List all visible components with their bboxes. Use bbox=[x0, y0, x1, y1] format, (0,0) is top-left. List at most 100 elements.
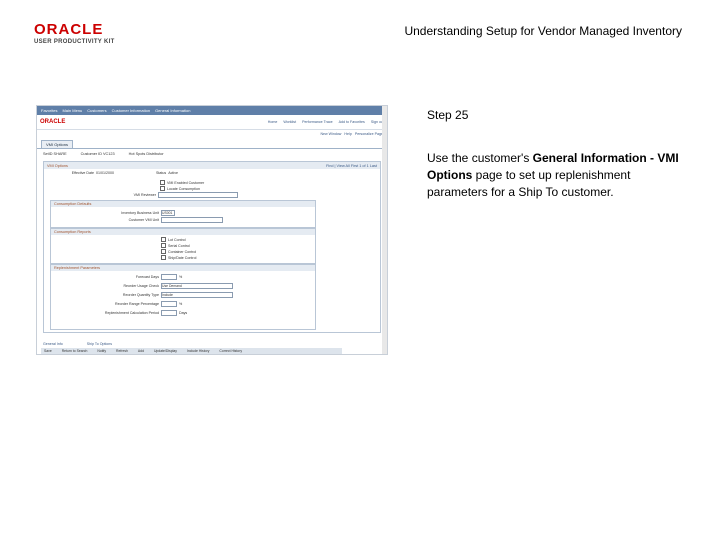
replen-field bbox=[161, 274, 177, 280]
bar-button: Refresh bbox=[116, 349, 128, 353]
inventory-bu-row: Inventory Business Unit US001 bbox=[79, 210, 175, 216]
bar-button: Notify bbox=[97, 349, 107, 353]
bar-button: Update/Display bbox=[153, 349, 177, 353]
customer-uom-row: Customer VMI Unit bbox=[79, 217, 223, 223]
replen-select: Include bbox=[161, 292, 233, 298]
report-checkbox bbox=[161, 243, 166, 248]
vmi-enabled-checkbox bbox=[160, 180, 165, 185]
vmi-enabled-label: VMI Enabled Customer bbox=[167, 180, 205, 185]
inventory-bu-label: Inventory Business Unit bbox=[121, 211, 159, 215]
top-link: Home bbox=[267, 120, 278, 124]
vmi-options-box: VMI Options Find | View All First 1 of 1… bbox=[43, 161, 381, 333]
consumption-reports-section: Consumption Reports Lot Control Serial C… bbox=[50, 228, 316, 264]
report-row: Lot Control bbox=[161, 237, 186, 242]
report-label: Serial Control bbox=[168, 243, 190, 248]
replen-label: Forecast Days bbox=[135, 275, 159, 279]
vmi-reviewer-label: VMI Reviewer bbox=[133, 193, 156, 197]
section-header: Replenishment Parameters bbox=[51, 265, 315, 271]
step-number: Step 25 bbox=[427, 108, 469, 122]
replen-field bbox=[161, 310, 177, 316]
logo-oracle-text: ORACLE bbox=[34, 21, 104, 38]
replen-label: Reorder Quantity Type bbox=[122, 293, 159, 297]
replen-unit: % bbox=[179, 275, 183, 279]
effective-date-value: 01/01/2000 bbox=[96, 171, 114, 175]
tab-vmi-options: VMI Options bbox=[41, 140, 74, 148]
replen-row: Replenishment Calculation Period Days bbox=[79, 310, 187, 316]
report-row: Container Control bbox=[161, 249, 196, 254]
consumption-checkbox bbox=[160, 186, 165, 191]
replen-select: Use Demand bbox=[161, 283, 233, 289]
replen-unit: % bbox=[179, 302, 183, 306]
report-row: Serial Control bbox=[161, 243, 190, 248]
util-link: Personalize Page bbox=[354, 132, 383, 136]
replen-row: Forecast Days % bbox=[79, 274, 182, 280]
effective-date-label: Effective Date bbox=[71, 171, 94, 175]
bar-button: Correct History bbox=[219, 349, 243, 353]
chk-consumption-row: Locate Consumption bbox=[160, 186, 200, 191]
report-row: Ship/Date Control bbox=[161, 255, 196, 260]
application-screenshot: Favorites Main Menu Customers Customer I… bbox=[36, 105, 388, 355]
footer-link: Ship To Options bbox=[86, 342, 113, 346]
screenshot-scrollbar bbox=[382, 106, 387, 354]
screenshot-footer-links: General Info Ship To Options bbox=[43, 342, 112, 346]
replen-label: Reorder Usage Check bbox=[123, 284, 159, 288]
replen-label: Reorder Range Percentage bbox=[115, 302, 159, 306]
vmi-box-header: VMI Options Find | View All First 1 of 1… bbox=[44, 162, 380, 169]
screenshot-util-links: New Window Help Personalize Page bbox=[37, 130, 387, 138]
nav-item: Favorites bbox=[41, 108, 58, 113]
bar-button: Include History bbox=[186, 349, 210, 353]
util-link: New Window bbox=[320, 132, 342, 136]
screenshot-brand: ORACLE bbox=[40, 119, 66, 125]
nav-item: Main Menu bbox=[62, 108, 83, 113]
replen-row: Reorder Range Percentage % bbox=[79, 301, 182, 307]
vmi-reviewer-row: VMI Reviewer bbox=[76, 192, 238, 198]
bar-button: Add bbox=[137, 349, 144, 353]
replen-unit: Days bbox=[179, 311, 188, 315]
replen-label: Replenishment Calculation Period bbox=[104, 311, 159, 315]
section-header: Consumption Reports bbox=[51, 229, 315, 235]
top-link: Performance Trace bbox=[302, 120, 333, 124]
report-checkbox bbox=[161, 237, 166, 242]
nav-item: General Information bbox=[155, 108, 191, 113]
document-title: Understanding Setup for Vendor Managed I… bbox=[404, 24, 682, 38]
customer-uom-label: Customer VMI Unit bbox=[128, 218, 159, 222]
header-field: Hot Spots Distributor bbox=[128, 152, 164, 156]
top-link: Worklist bbox=[283, 120, 297, 124]
screenshot-breadcrumb: Favorites Main Menu Customers Customer I… bbox=[37, 106, 387, 115]
status-value: Active bbox=[168, 171, 178, 175]
effective-date-row: Effective Date 01/01/2000 Status Active bbox=[48, 171, 178, 175]
replenishment-parameters-section: Replenishment Parameters Forecast Days %… bbox=[50, 264, 316, 330]
replen-row: Reorder Quantity Type Include bbox=[79, 292, 233, 298]
bar-button: Return to Search bbox=[61, 349, 88, 353]
step-instruction: Use the customer's General Information -… bbox=[427, 150, 687, 201]
status-label: Status bbox=[156, 171, 167, 175]
box-nav: Find | View All First 1 of 1 Last bbox=[326, 163, 377, 168]
screenshot-top-links: Home Worklist Performance Trace Add to F… bbox=[268, 120, 384, 124]
nav-item: Customer Information bbox=[111, 108, 151, 113]
box-title: VMI Options bbox=[47, 163, 68, 168]
chk-vmi-enabled-row: VMI Enabled Customer bbox=[160, 180, 204, 185]
header-field: Customer ID VC123 bbox=[80, 152, 115, 156]
report-label: Container Control bbox=[168, 249, 197, 254]
instruction-before: Use the customer's bbox=[427, 151, 533, 165]
screenshot-key-header: SetID SHARE Customer ID VC123 Hot Spots … bbox=[37, 148, 387, 159]
report-checkbox bbox=[161, 249, 166, 254]
consumption-defaults-section: Consumption Defaults Inventory Business … bbox=[50, 200, 316, 228]
report-checkbox bbox=[161, 255, 166, 260]
nav-item: Customers bbox=[87, 108, 107, 113]
top-link: Add to Favorites bbox=[338, 120, 365, 124]
replen-field bbox=[161, 301, 177, 307]
header-field: SetID SHARE bbox=[43, 152, 67, 156]
bar-button: Save bbox=[44, 349, 52, 353]
report-label: Lot Control bbox=[168, 237, 186, 242]
screenshot-button-bar: Save Return to Search Notify Refresh Add… bbox=[41, 348, 342, 354]
util-link: Help bbox=[344, 132, 352, 136]
screenshot-header: ORACLE Home Worklist Performance Trace A… bbox=[37, 115, 387, 130]
consumption-label: Locate Consumption bbox=[167, 186, 200, 191]
logo-upk-text: USER PRODUCTIVITY KIT bbox=[34, 39, 115, 45]
replen-row: Reorder Usage Check Use Demand bbox=[79, 283, 233, 289]
section-header: Consumption Defaults bbox=[51, 201, 315, 207]
inventory-bu-field: US001 bbox=[161, 210, 175, 216]
oracle-upk-logo: ORACLE USER PRODUCTIVITY KIT bbox=[34, 21, 122, 46]
vmi-reviewer-field bbox=[158, 192, 238, 198]
